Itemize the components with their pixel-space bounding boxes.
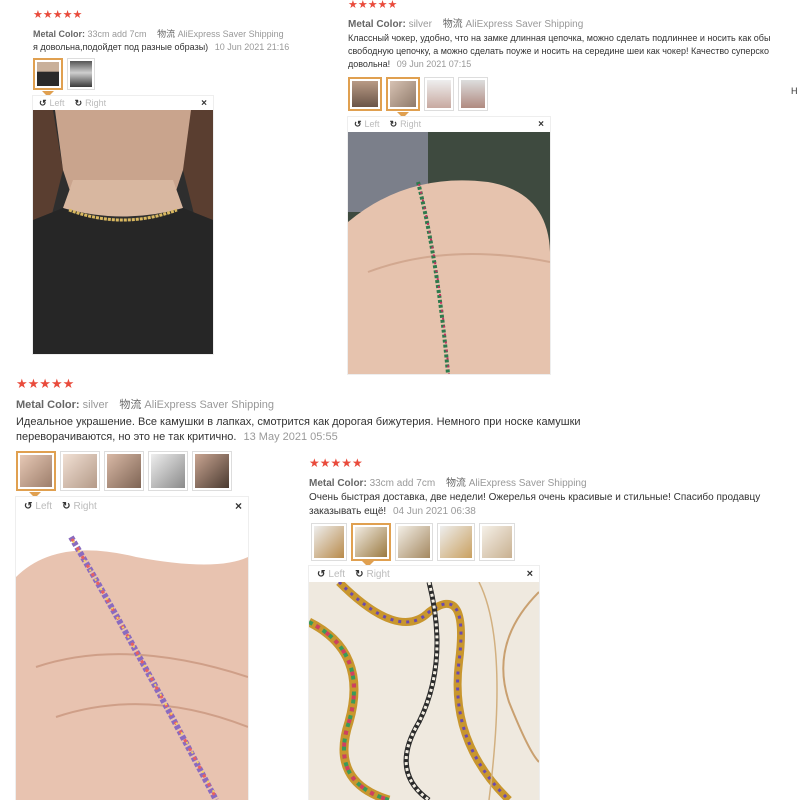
rating-stars: ★★★★★ [16, 376, 75, 391]
rotate-right-button[interactable]: ↻ Right [390, 119, 422, 130]
close-icon[interactable]: × [201, 98, 207, 109]
review-meta: Metal Color: 33cm add 7cm 物流 AliExpress … [33, 27, 284, 40]
thumbnail-photo[interactable] [386, 77, 420, 111]
photo-viewer: ↺ Left ↻ Right × [348, 117, 550, 374]
rotate-right-label: Right [400, 119, 422, 129]
side-text: Н [791, 86, 798, 96]
thumbnail-photo[interactable] [16, 451, 56, 491]
review-meta: Metal Color: silver 物流 AliExpress Saver … [348, 15, 583, 30]
rating-stars: ★★★★★ [33, 9, 83, 21]
rotate-left-icon: ↺ [24, 500, 33, 512]
thumbnail-photo[interactable] [479, 523, 515, 561]
review-date: 09 Jun 2021 07:15 [396, 59, 472, 69]
review-text-block: Классный чокер, удобно, что на замке дли… [348, 32, 800, 72]
review-photo [16, 517, 248, 800]
review-photo [348, 132, 550, 374]
metal-color-value: 33cm add 7cm [369, 478, 436, 489]
thumbnail-photo[interactable] [33, 58, 63, 90]
shipping-label: 物流 [119, 399, 142, 411]
thumbnail-photo[interactable] [395, 523, 433, 561]
photo-palm-bracelet [16, 517, 248, 800]
photo-hand-bracelet [348, 132, 550, 374]
rotate-right-button[interactable]: ↻ Right [355, 569, 390, 580]
viewer-toolbar: ↺ Left ↻ Right × [309, 566, 539, 582]
thumbnail-strip [16, 451, 236, 491]
close-icon[interactable]: × [527, 568, 533, 580]
metal-color-label: Metal Color: [348, 19, 406, 30]
photo-viewer: ↺ Left ↻ Right × [16, 497, 248, 800]
metal-color-value: 33cm add 7cm [87, 29, 147, 39]
rating-stars: ★★★★★ [348, 0, 398, 11]
rotate-left-label: Left [35, 500, 53, 512]
rotate-right-icon: ↻ [355, 568, 364, 580]
thumbnail-photo[interactable] [148, 451, 188, 491]
thumbnail-photo[interactable] [437, 523, 475, 561]
thumbnail-photo[interactable] [348, 77, 382, 111]
metal-color-value: silver [82, 399, 109, 411]
rating-stars: ★★★★★ [309, 456, 363, 470]
thumbnail-photo[interactable] [424, 77, 454, 111]
close-icon[interactable]: × [538, 119, 544, 130]
thumbnail-strip [348, 77, 492, 111]
review-text-line: я довольна,подойдет под разные образы) 1… [33, 42, 289, 52]
shipping-value: AliExpress Saver Shipping [177, 29, 284, 39]
thumbnail-strip [311, 523, 519, 561]
thumbnail-photo[interactable] [192, 451, 232, 491]
thumbnail-photo[interactable] [60, 451, 100, 491]
thumbnail-photo[interactable] [104, 451, 144, 491]
rotate-right-icon: ↻ [389, 118, 398, 129]
rotate-left-label: Left [49, 98, 65, 108]
thumbnail-photo[interactable] [67, 58, 95, 90]
rotate-left-button[interactable]: ↺ Left [354, 119, 380, 130]
rotate-right-icon: ↻ [74, 97, 83, 108]
shipping-value: AliExpress Saver Shipping [465, 19, 584, 30]
thumbnail-strip [33, 58, 99, 90]
review-date: 10 Jun 2021 21:16 [214, 42, 290, 52]
shipping-value: AliExpress Saver Shipping [468, 478, 587, 489]
close-icon[interactable]: × [235, 499, 242, 513]
review-text: Очень быстрая доставка, две недели! Ожер… [309, 492, 761, 517]
shipping-label: 物流 [157, 29, 176, 39]
review-photo [33, 110, 213, 354]
rotate-left-icon: ↺ [354, 118, 362, 129]
metal-color-label: Metal Color: [309, 478, 367, 489]
rotate-left-icon: ↺ [317, 568, 326, 580]
photo-necklaces-flatlay [309, 582, 539, 800]
rotate-left-button[interactable]: ↺ Left [317, 569, 345, 580]
review-text: я довольна,подойдет под разные образы) [33, 42, 209, 52]
review-text-block: Идеальное украшение. Все камушки в лапка… [16, 415, 606, 445]
viewer-toolbar: ↺ Left ↻ Right × [16, 497, 248, 515]
thumbnail-photo[interactable] [351, 523, 391, 561]
shipping-value: AliExpress Saver Shipping [144, 399, 275, 411]
rotate-right-label: Right [366, 568, 390, 580]
shipping-label: 物流 [442, 19, 463, 30]
rotate-right-icon: ↻ [62, 500, 71, 512]
metal-color-label: Metal Color: [16, 399, 80, 411]
review-text-block: Очень быстрая доставка, две недели! Ожер… [309, 491, 800, 519]
viewer-toolbar: ↺ Left ↻ Right × [348, 117, 550, 131]
rotate-left-button[interactable]: ↺ Left [39, 98, 65, 109]
rotate-right-button[interactable]: ↻ Right [75, 98, 107, 109]
photo-viewer: ↺ Left ↻ Right × [33, 96, 213, 354]
review-photo [309, 582, 539, 800]
rotate-left-icon: ↺ [39, 97, 47, 108]
review-meta: Metal Color: 33cm add 7cm 物流 AliExpress … [309, 474, 587, 489]
viewer-toolbar: ↺ Left ↻ Right × [33, 96, 213, 110]
rotate-left-label: Left [364, 119, 380, 129]
review-meta: Metal Color: silver 物流 AliExpress Saver … [16, 396, 274, 412]
rotate-right-label: Right [85, 98, 107, 108]
metal-color-label: Metal Color: [33, 29, 86, 39]
thumbnail-photo[interactable] [311, 523, 347, 561]
metal-color-value: silver [408, 19, 432, 30]
rotate-right-button[interactable]: ↻ Right [62, 501, 97, 512]
review-date: 04 Jun 2021 06:38 [392, 506, 476, 517]
rotate-left-button[interactable]: ↺ Left [24, 501, 52, 512]
photo-viewer: ↺ Left ↻ Right × [309, 566, 539, 800]
rotate-left-label: Left [328, 568, 346, 580]
rotate-right-label: Right [73, 500, 97, 512]
photo-woman-choker [33, 110, 213, 354]
review-date: 13 May 2021 05:55 [243, 431, 338, 443]
thumbnail-photo[interactable] [458, 77, 488, 111]
shipping-label: 物流 [445, 478, 466, 489]
